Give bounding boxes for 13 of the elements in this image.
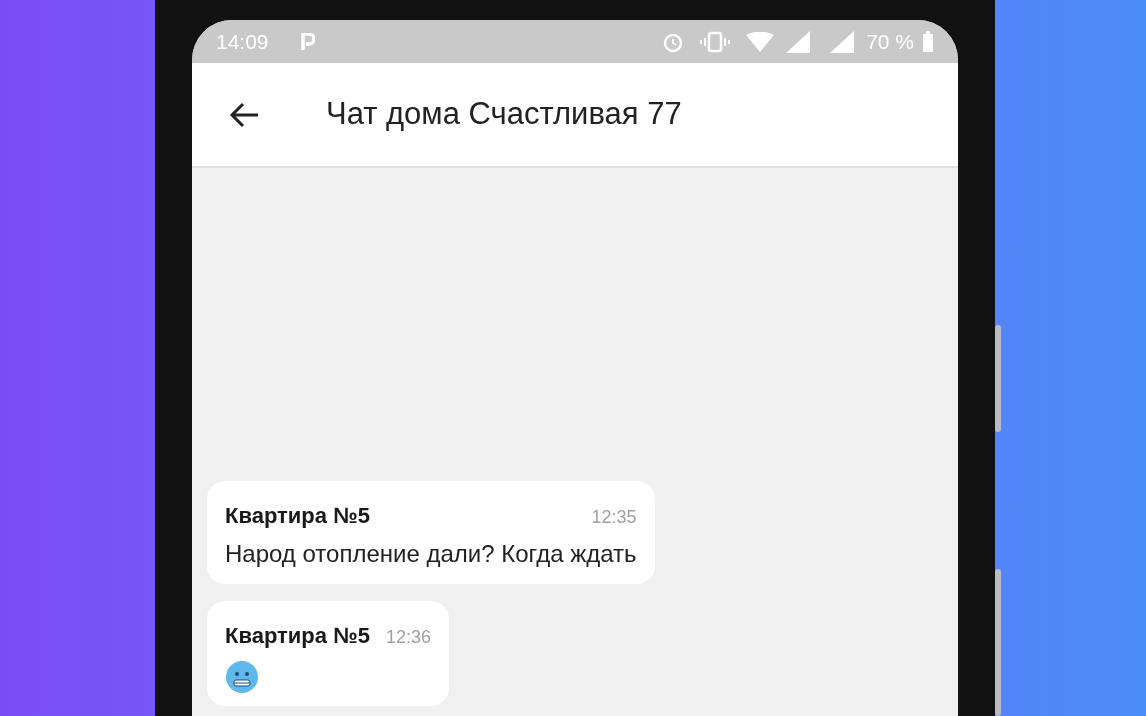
message-time: 12:35 (591, 506, 637, 529)
parking-icon (300, 31, 317, 52)
signal-icon (786, 30, 811, 53)
battery-icon (922, 30, 934, 53)
message-time: 12:36 (385, 626, 431, 649)
chat-title: Чат дома Счастливая 77 (326, 95, 682, 134)
sender-name: Квартира №5 (225, 622, 370, 650)
signal-icon (830, 30, 855, 53)
wifi-icon (746, 31, 775, 52)
vibrate-icon (700, 30, 731, 53)
message-text: Народ отопление дали? Когда ждать (225, 539, 637, 569)
sender-name: Квартира №5 (225, 502, 370, 530)
cold-face-icon (225, 660, 259, 694)
